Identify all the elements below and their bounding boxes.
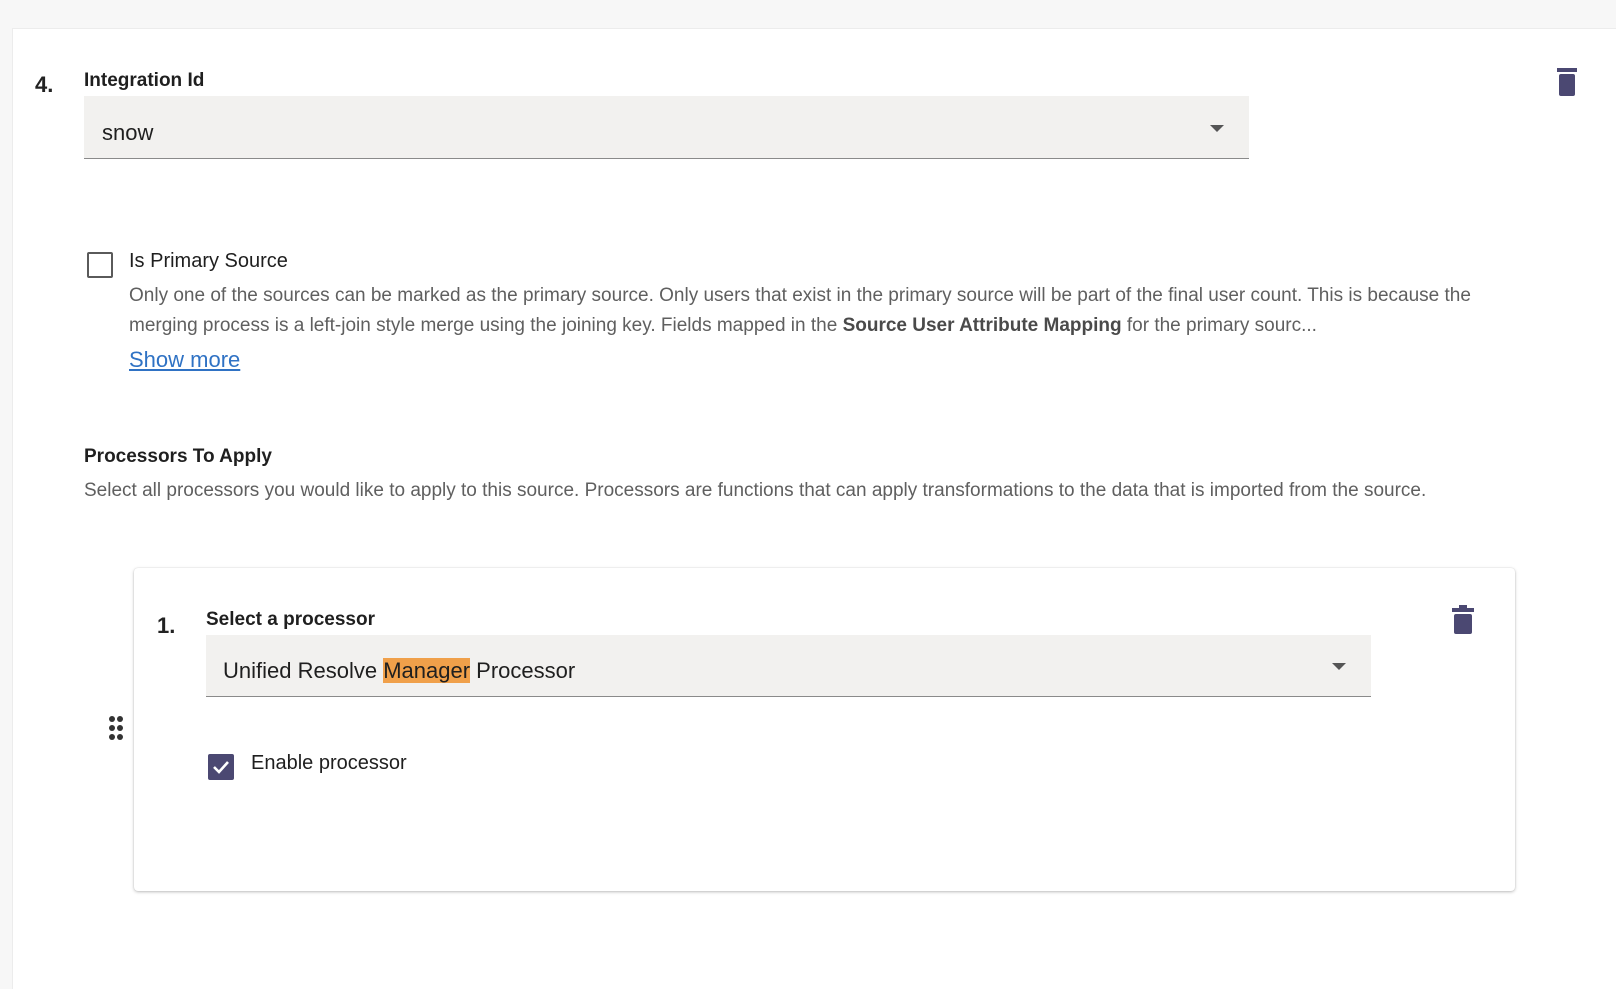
primary-desc-text-end: for the primary sourc... [1121, 315, 1317, 336]
primary-source-label: Is Primary Source [129, 250, 288, 272]
enable-processor-checkbox[interactable] [208, 754, 234, 780]
search-highlight: Manager [383, 658, 471, 683]
show-more-link[interactable]: Show more [129, 347, 240, 373]
processor-index: 1. [157, 613, 176, 638]
primary-source-description: Only one of the sources can be marked as… [129, 281, 1519, 341]
processor-select[interactable]: Unified Resolve Manager Processor [206, 635, 1371, 697]
processor-value-suffix: Processor [470, 658, 576, 683]
integration-id-select[interactable]: snow [84, 96, 1249, 159]
primary-source-checkbox[interactable] [87, 252, 113, 278]
processors-description: Select all processors you would like to … [84, 480, 1427, 501]
integration-id-value: snow [102, 120, 154, 145]
delete-processor-icon[interactable] [1452, 605, 1474, 634]
source-index: 4. [35, 72, 54, 97]
chevron-down-icon [1332, 663, 1346, 670]
integration-id-label: Integration Id [84, 70, 205, 91]
primary-desc-bold: Source User Attribute Mapping [842, 315, 1122, 336]
enable-processor-label: Enable processor [251, 752, 407, 774]
processor-value-prefix: Unified Resolve [223, 658, 384, 683]
processor-select-value: Unified Resolve Manager Processor [223, 658, 575, 684]
delete-source-icon[interactable] [1556, 66, 1578, 96]
select-processor-label: Select a processor [206, 609, 375, 630]
processors-title: Processors To Apply [84, 446, 272, 467]
check-icon [213, 761, 229, 774]
chevron-down-icon [1210, 125, 1224, 132]
drag-handle-icon[interactable] [108, 715, 124, 746]
